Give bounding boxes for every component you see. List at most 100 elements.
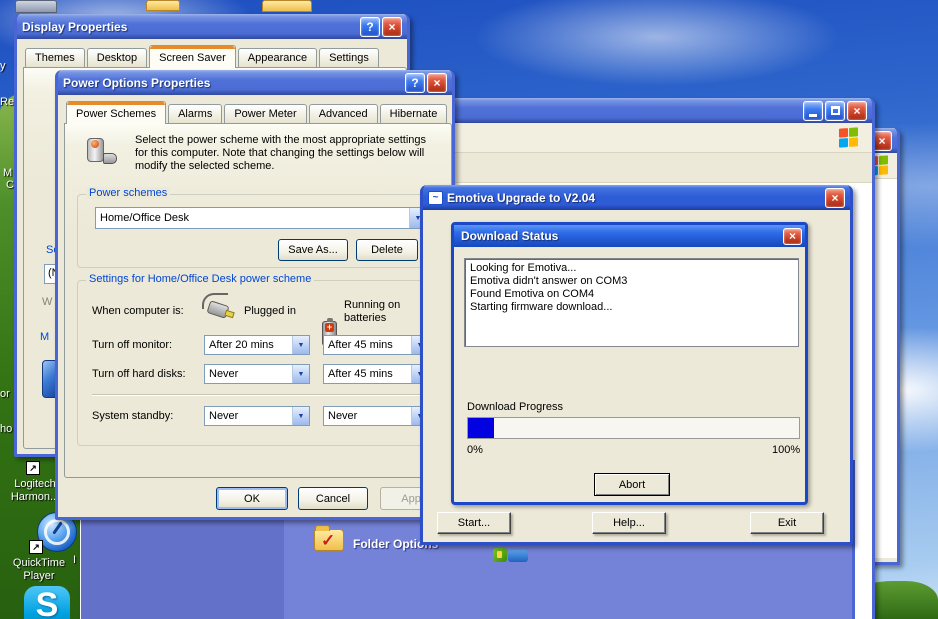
desktop-label-fragment: y	[0, 60, 6, 72]
desktop-label-fragment: I	[73, 554, 76, 566]
skype-s-glyph: S	[36, 586, 59, 619]
minimize-icon[interactable]	[803, 101, 823, 121]
plugged-in-label: Plugged in	[244, 305, 296, 317]
desktop-label-fragment: Re	[0, 96, 14, 108]
system-standby-label: System standby:	[92, 410, 173, 422]
close-icon[interactable]: ×	[872, 131, 892, 151]
close-icon[interactable]: ×	[847, 101, 867, 121]
disks-battery-select[interactable]: After 45 mins ▼	[323, 364, 429, 384]
power-scheme-icon	[87, 136, 117, 166]
power-options-window[interactable]: Power Options Properties ? × Power Schem…	[55, 70, 455, 520]
tray-item-icon[interactable]	[493, 548, 529, 563]
logitech-shortcut-icon[interactable]: ↗	[26, 461, 40, 475]
window-title: Emotiva Upgrade to V2.04	[447, 191, 595, 205]
dialog-title: Download Status	[461, 229, 558, 243]
selected-value: Never	[209, 368, 238, 380]
running-on-batteries-label: Running on batteries	[344, 299, 422, 325]
tab-power-meter[interactable]: Power Meter	[224, 104, 306, 124]
emotiva-window[interactable]: ~ Emotiva Upgrade to V2.04 × Download St…	[420, 185, 853, 545]
display-properties-titlebar[interactable]: Display Properties ? ×	[17, 14, 407, 39]
tab-screen-saver[interactable]: Screen Saver	[149, 45, 236, 68]
emotiva-app-icon: ~	[428, 191, 443, 205]
quicktime-shortcut-icon[interactable]: ↗	[29, 540, 43, 554]
status-log[interactable]: Looking for Emotiva... Emotiva didn't an…	[464, 258, 799, 347]
desktop-icon-quicktime-label2[interactable]: Player	[0, 570, 78, 582]
chevron-down-icon[interactable]: ▼	[292, 407, 309, 425]
tab-appearance[interactable]: Appearance	[238, 48, 317, 68]
group-caption: Power schemes	[86, 187, 170, 199]
download-progress-label: Download Progress	[467, 401, 563, 413]
log-line: Starting firmware download...	[470, 301, 793, 314]
exit-button[interactable]: Exit	[750, 512, 824, 534]
ok-button[interactable]: OK	[216, 487, 288, 510]
selected-value: Never	[209, 410, 238, 422]
close-icon[interactable]: ×	[825, 188, 845, 208]
desktop-label-fragment: M	[3, 167, 12, 179]
tab-hibernate[interactable]: Hibernate	[380, 104, 448, 124]
save-as-button[interactable]: Save As...	[278, 239, 348, 261]
progress-min-label: 0%	[467, 444, 483, 456]
tab-themes[interactable]: Themes	[25, 48, 85, 68]
shortcut-arrow-icon: ↗	[29, 463, 37, 474]
separator	[92, 394, 430, 395]
desktop-label-fragment: or	[0, 388, 10, 400]
monitor-plugged-select[interactable]: After 20 mins ▼	[204, 335, 310, 355]
desktop-icon-computer[interactable]	[15, 0, 57, 13]
desktop-icon-zip-folder[interactable]	[262, 0, 312, 12]
desktop: y Re M C or ho ↗ Logitech Harmon... ↗ Qu…	[0, 0, 938, 619]
desktop-label-fragment: C	[6, 179, 14, 191]
download-progress-bar	[467, 417, 800, 439]
tab-settings[interactable]: Settings	[319, 48, 379, 68]
chevron-down-icon[interactable]: ▼	[292, 336, 309, 354]
help-icon[interactable]: ?	[360, 17, 380, 37]
standby-plugged-select[interactable]: Never ▼	[204, 406, 310, 426]
monitor-battery-select[interactable]: After 45 mins ▼	[323, 335, 429, 355]
windows-logo-icon	[839, 127, 858, 147]
emotiva-titlebar[interactable]: ~ Emotiva Upgrade to V2.04 ×	[423, 185, 850, 210]
desktop-label-fragment: ho	[0, 423, 12, 435]
cancel-button[interactable]: Cancel	[298, 487, 368, 510]
folder-options-icon[interactable]: ✓	[314, 529, 344, 551]
standby-battery-select[interactable]: Never ▼	[323, 406, 429, 426]
shortcut-arrow-icon: ↗	[32, 542, 40, 553]
disks-plugged-select[interactable]: Never ▼	[204, 364, 310, 384]
power-scheme-select[interactable]: Home/Office Desk ▼	[95, 207, 427, 229]
power-schemes-tabpage: Select the power scheme with the most ap…	[64, 123, 452, 478]
progress-max-label: 100%	[772, 444, 800, 456]
selected-value: Never	[328, 410, 357, 422]
turn-off-monitor-label: Turn off monitor:	[92, 339, 172, 351]
progress-fill	[468, 418, 494, 438]
selected-value: After 45 mins	[328, 368, 393, 380]
close-icon[interactable]: ×	[382, 17, 402, 37]
selected-value: After 20 mins	[209, 339, 274, 351]
delete-button[interactable]: Delete	[356, 239, 418, 261]
power-scheme-description: Select the power scheme with the most ap…	[135, 134, 435, 173]
tab-advanced[interactable]: Advanced	[309, 104, 378, 124]
help-button[interactable]: Help...	[592, 512, 666, 534]
desktop-icon-quicktime-label[interactable]: QuickTime	[0, 557, 78, 569]
download-status-titlebar[interactable]: Download Status ×	[454, 225, 805, 247]
close-icon[interactable]: ×	[427, 73, 447, 93]
log-line: Looking for Emotiva...	[470, 262, 793, 275]
power-options-tabs: Power Schemes Alarms Power Meter Advance…	[66, 100, 449, 124]
desktop-icon-folder[interactable]	[146, 0, 180, 11]
chevron-down-icon[interactable]: ▼	[292, 365, 309, 383]
turn-off-disks-label: Turn off hard disks:	[92, 368, 186, 380]
when-computer-label: When computer is:	[92, 305, 184, 317]
log-line: Emotiva didn't answer on COM3	[470, 275, 793, 288]
help-icon[interactable]: ?	[405, 73, 425, 93]
tab-alarms[interactable]: Alarms	[168, 104, 222, 124]
power-options-titlebar[interactable]: Power Options Properties ? ×	[58, 70, 452, 95]
plug-icon	[200, 293, 236, 321]
log-line: Found Emotiva on COM4	[470, 288, 793, 301]
monitor-group-fragment: M	[40, 331, 49, 343]
abort-button[interactable]: Abort	[594, 473, 670, 496]
start-button[interactable]: Start...	[437, 512, 511, 534]
selected-value: After 45 mins	[328, 339, 393, 351]
download-status-dialog[interactable]: Download Status × Looking for Emotiva...…	[451, 222, 808, 505]
close-icon[interactable]: ×	[783, 228, 802, 245]
tab-power-schemes[interactable]: Power Schemes	[66, 101, 166, 124]
skype-icon[interactable]: S	[24, 586, 70, 619]
maximize-icon[interactable]	[825, 101, 845, 121]
tab-desktop[interactable]: Desktop	[87, 48, 147, 68]
